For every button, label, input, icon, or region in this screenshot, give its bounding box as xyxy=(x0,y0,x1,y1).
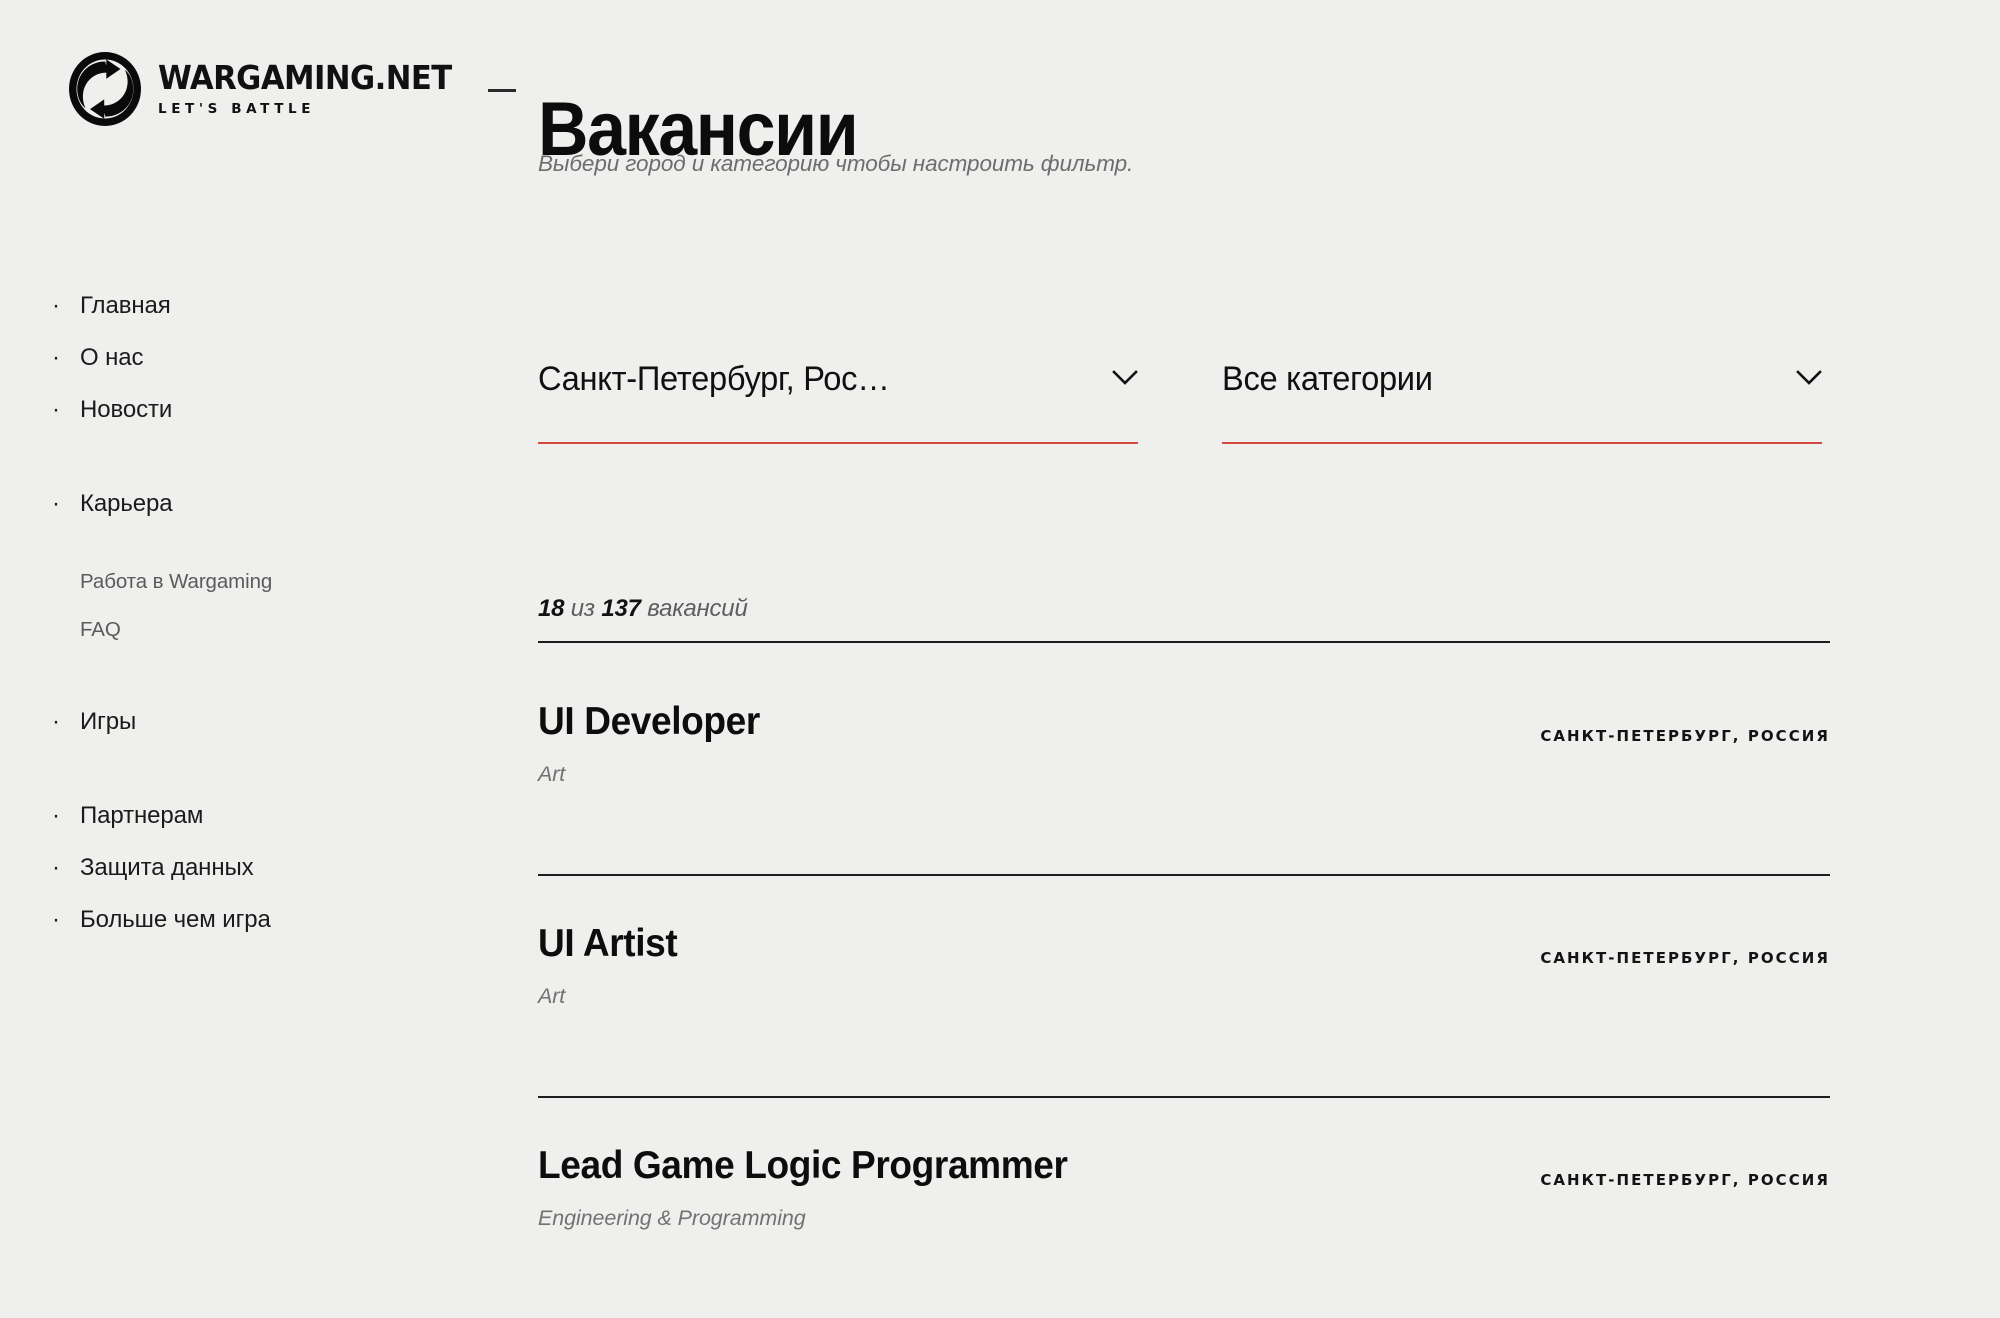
nav-group-primary: · Главная · О нас · Новости xyxy=(0,280,470,436)
bullet-icon: · xyxy=(52,292,60,319)
brand-name: WARGAMING.NET xyxy=(158,58,452,98)
nav-group-career: · Карьера Работа в Wargaming FAQ xyxy=(0,478,470,654)
city-select-value: Санкт-Петербург, Рос… xyxy=(538,360,890,398)
job-list-item[interactable]: UI Developer Art САНКТ-ПЕТЕРБУРГ, РОССИЯ xyxy=(538,654,1830,876)
nav-subgroup-career: Работа в Wargaming FAQ xyxy=(0,558,470,654)
sidebar-navigation: · Главная · О нас · Новости · Карьера Ра… xyxy=(0,280,470,946)
job-summary: UI Artist Art xyxy=(538,923,1378,1009)
bullet-icon: · xyxy=(52,344,60,371)
category-select-value: Все категории xyxy=(1222,360,1433,398)
sidebar-item-label: Больше чем игра xyxy=(80,906,271,933)
filter-bar: Санкт-Петербург, Рос… Все категории xyxy=(538,360,1830,444)
sidebar-item-label: Защита данных xyxy=(80,854,254,881)
nav-group-secondary: · Партнерам · Защита данных · Больше чем… xyxy=(0,790,470,946)
results-of-word: из xyxy=(570,595,595,622)
job-title[interactable]: UI Artist xyxy=(538,923,1336,965)
category-select[interactable]: Все категории xyxy=(1222,360,1822,444)
sidebar-item-label: Новости xyxy=(80,396,173,423)
brand-logo[interactable]: WARGAMING.NET LET'S BATTLE xyxy=(68,52,474,126)
job-list: UI Developer Art САНКТ-ПЕТЕРБУРГ, РОССИЯ… xyxy=(538,654,1830,1318)
job-summary: UI Developer Art xyxy=(538,701,1378,787)
city-select[interactable]: Санкт-Петербург, Рос… xyxy=(538,360,1138,444)
sidebar-subitem-faq[interactable]: FAQ xyxy=(0,606,470,654)
job-list-item[interactable]: UI Artist Art САНКТ-ПЕТЕРБУРГ, РОССИЯ xyxy=(538,876,1830,1098)
results-count: 18 из 137 вакансий xyxy=(538,595,1830,623)
results-total: 137 xyxy=(601,595,641,622)
sidebar-item-data-protection[interactable]: · Защита данных xyxy=(0,842,470,894)
job-category: Art xyxy=(538,761,566,786)
job-summary: Lead Game Logic Programmer Engineering &… xyxy=(538,1145,1378,1231)
sidebar-item-news[interactable]: · Новости xyxy=(0,384,470,436)
results-unit-word: вакансий xyxy=(647,595,748,622)
job-location: САНКТ-ПЕТЕРБУРГ, РОССИЯ xyxy=(1540,1171,1830,1189)
bullet-icon: · xyxy=(52,490,60,517)
results-shown: 18 xyxy=(538,595,565,622)
results-divider xyxy=(538,641,1830,643)
sidebar-item-label: О нас xyxy=(80,344,144,371)
sidebar-item-career[interactable]: · Карьера xyxy=(0,478,470,530)
job-list-item[interactable]: Lead Game Logic Programmer Engineering &… xyxy=(538,1098,1830,1318)
job-title[interactable]: UI Developer xyxy=(538,701,1336,743)
sidebar-item-about[interactable]: · О нас xyxy=(0,332,470,384)
page-subtitle: Выбери город и категорию чтобы настроить… xyxy=(538,151,1134,176)
job-category: Art xyxy=(538,983,566,1008)
wargaming-circle-arrows-icon xyxy=(68,52,142,126)
bullet-icon: · xyxy=(52,854,60,881)
nav-group-games: · Игры xyxy=(0,696,470,748)
brand-tagline: LET'S BATTLE xyxy=(158,101,316,118)
sidebar-item-label: Главная xyxy=(80,292,171,319)
job-category: Engineering & Programming xyxy=(538,1205,806,1230)
sidebar-item-games[interactable]: · Игры xyxy=(0,696,470,748)
job-title[interactable]: Lead Game Logic Programmer xyxy=(538,1145,1336,1187)
bullet-icon: · xyxy=(52,708,60,735)
bullet-icon: · xyxy=(52,396,60,423)
sidebar-item-more-than-a-game[interactable]: · Больше чем игра xyxy=(0,894,470,946)
page-header: WARGAMING.NET LET'S BATTLE Вакансии Выбе… xyxy=(0,0,2000,240)
sidebar-item-label: Партнерам xyxy=(80,802,204,829)
title-separator-dash xyxy=(488,89,516,92)
bullet-icon: · xyxy=(52,802,60,829)
sidebar-item-partners[interactable]: · Партнерам xyxy=(0,790,470,842)
sidebar-subitem-work-at-wargaming[interactable]: Работа в Wargaming xyxy=(0,558,470,606)
job-location: САНКТ-ПЕТЕРБУРГ, РОССИЯ xyxy=(1540,727,1830,745)
sidebar-item-label: Карьера xyxy=(80,490,173,517)
chevron-down-icon[interactable] xyxy=(1796,370,1822,385)
sidebar-item-label: Игры xyxy=(80,708,137,735)
chevron-down-icon[interactable] xyxy=(1112,370,1138,385)
job-location: САНКТ-ПЕТЕРБУРГ, РОССИЯ xyxy=(1540,949,1830,967)
sidebar-item-home[interactable]: · Главная xyxy=(0,280,470,332)
bullet-icon: · xyxy=(52,906,60,933)
